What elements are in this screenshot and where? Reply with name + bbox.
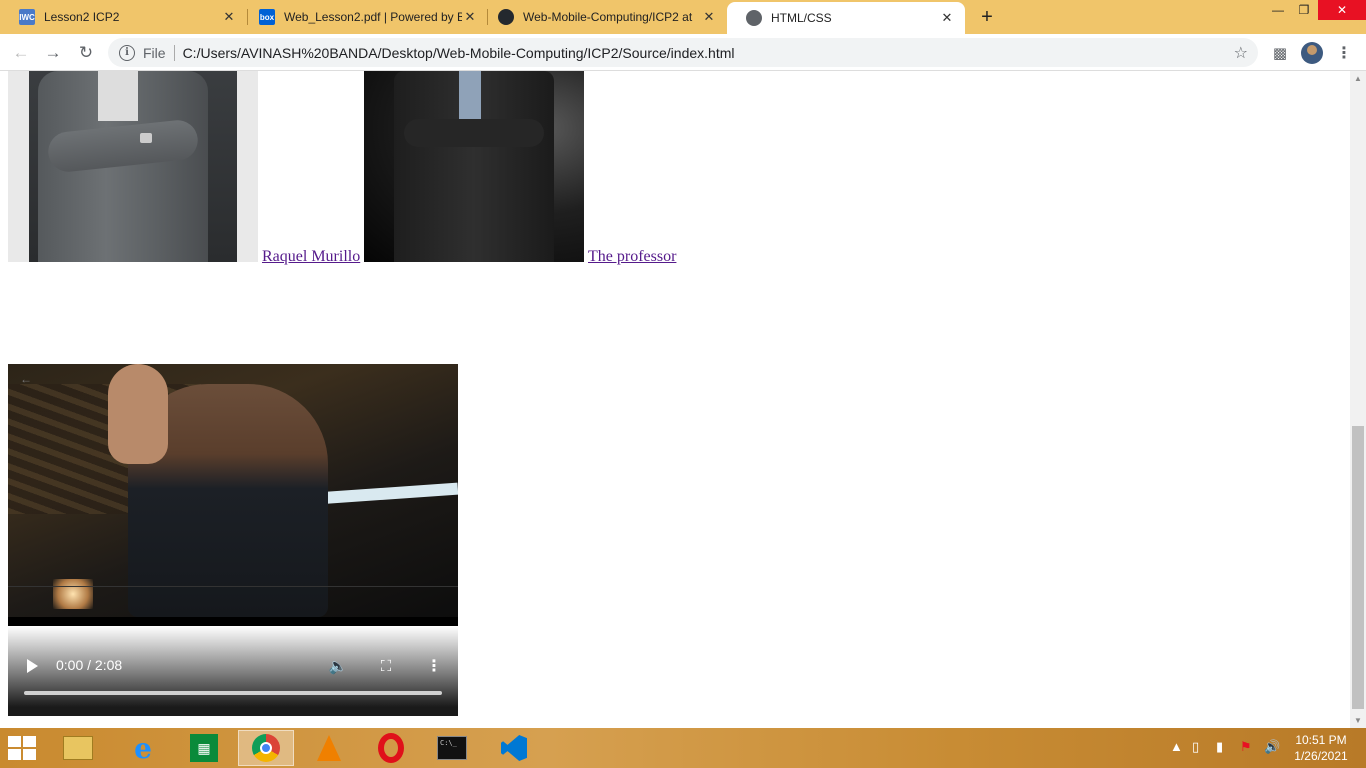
- file-explorer-icon[interactable]: [50, 730, 106, 766]
- scroll-down-icon[interactable]: ▼: [1354, 716, 1362, 725]
- tab-title: Lesson2 ICP2: [44, 10, 120, 24]
- back-button[interactable]: ←: [10, 42, 32, 64]
- close-icon[interactable]: ✕: [462, 9, 478, 25]
- extensions-puzzle-icon[interactable]: ▩: [1269, 42, 1291, 64]
- tab-lesson2[interactable]: IWC Lesson2 ICP2 ✕: [0, 0, 247, 34]
- close-icon[interactable]: ✕: [221, 9, 237, 25]
- taskbar-clock[interactable]: 10:51 PM 1/26/2021: [1286, 732, 1356, 764]
- browser-toolbar: ← → ↻ i File C:/Users/AVINASH%20BANDA/De…: [0, 34, 1366, 71]
- the-professor-link[interactable]: The professor: [588, 248, 676, 266]
- volume-icon[interactable]: 🔈: [328, 656, 348, 676]
- iwc-favicon-icon: IWC: [19, 9, 35, 25]
- windows-taskbar: e ▦ C:\_ ▲ ▯ ▮ ⚑ 🔊 10:51 PM 1/26/2021: [0, 728, 1366, 768]
- the-professor-image: [364, 71, 584, 262]
- tray-device-icon[interactable]: ▯: [1192, 739, 1199, 755]
- tab-html-css[interactable]: HTML/CSS ✕: [727, 2, 965, 34]
- address-bar[interactable]: i File C:/Users/AVINASH%20BANDA/Desktop/…: [108, 38, 1258, 67]
- page-scrollbar[interactable]: ▲ ▼: [1350, 71, 1366, 728]
- profile-avatar[interactable]: [1301, 42, 1323, 64]
- menu-kebab-icon[interactable]: ⋮: [1334, 42, 1354, 64]
- opera-icon[interactable]: [363, 730, 419, 766]
- restore-button[interactable]: ❐: [1292, 0, 1316, 20]
- fullscreen-icon[interactable]: ⛶: [376, 656, 396, 676]
- github-favicon-icon: [498, 9, 514, 25]
- more-options-icon[interactable]: ⋮: [424, 656, 444, 676]
- url-text[interactable]: C:/Users/AVINASH%20BANDA/Desktop/Web-Mob…: [183, 45, 1234, 61]
- video-controls: 0:00 / 2:08 🔈 ⛶ ⋮: [8, 626, 458, 716]
- tab-github[interactable]: Web-Mobile-Computing/ICP2 at ✕: [479, 0, 727, 34]
- tab-web-lesson2-pdf[interactable]: box Web_Lesson2.pdf | Powered by B ✕: [240, 0, 488, 34]
- speaker-icon[interactable]: 🔊: [1264, 739, 1280, 755]
- flag-alert-icon[interactable]: ⚑: [1240, 739, 1252, 755]
- chrome-icon[interactable]: [238, 730, 294, 766]
- window-close-button[interactable]: ✕: [1318, 0, 1366, 20]
- network-icon[interactable]: ▮: [1216, 739, 1223, 755]
- play-button[interactable]: [24, 656, 40, 676]
- start-button[interactable]: [8, 736, 38, 760]
- store-icon[interactable]: ▦: [176, 730, 232, 766]
- vlc-icon[interactable]: [301, 730, 357, 766]
- scrollbar-thumb[interactable]: [1352, 426, 1364, 709]
- minimize-button[interactable]: —: [1266, 0, 1290, 20]
- close-icon[interactable]: ✕: [939, 10, 955, 26]
- page-content: Raquel Murillo The professor ← 0:00 / 2:…: [0, 71, 1350, 728]
- video-frame: ←: [8, 364, 458, 617]
- bookmark-star-icon[interactable]: ☆: [1234, 43, 1248, 63]
- scheme-label: File: [143, 44, 166, 61]
- new-tab-button[interactable]: +: [977, 6, 997, 28]
- reload-button[interactable]: ↻: [75, 42, 97, 64]
- video-player[interactable]: ← 0:00 / 2:08 🔈 ⛶ ⋮: [8, 364, 458, 716]
- scroll-up-icon[interactable]: ▲: [1354, 74, 1362, 83]
- raquel-murillo-link[interactable]: Raquel Murillo: [262, 248, 360, 266]
- tray-chevron-icon[interactable]: ▲: [1170, 739, 1183, 754]
- tab-strip: IWC Lesson2 ICP2 ✕ box Web_Lesson2.pdf |…: [0, 0, 1366, 34]
- internet-explorer-icon[interactable]: e: [115, 730, 171, 766]
- vscode-icon[interactable]: [486, 730, 542, 766]
- forward-button[interactable]: →: [42, 42, 64, 64]
- tab-title: HTML/CSS: [771, 11, 832, 25]
- video-time: 0:00 / 2:08: [56, 657, 123, 673]
- close-icon[interactable]: ✕: [701, 9, 717, 25]
- raquel-murillo-image: [8, 71, 258, 262]
- command-prompt-icon[interactable]: C:\_: [424, 730, 480, 766]
- tab-title: Web-Mobile-Computing/ICP2 at: [523, 10, 693, 24]
- divider: [173, 44, 175, 61]
- back-arrow-icon: ←: [20, 372, 32, 386]
- box-favicon-icon: box: [259, 9, 275, 25]
- clock-date: 1/26/2021: [1294, 749, 1348, 763]
- info-icon[interactable]: i: [119, 44, 135, 61]
- tab-title: Web_Lesson2.pdf | Powered by B: [284, 10, 462, 24]
- video-progress-bar[interactable]: [24, 691, 442, 695]
- clock-time: 10:51 PM: [1295, 733, 1347, 747]
- globe-favicon-icon: [746, 10, 762, 26]
